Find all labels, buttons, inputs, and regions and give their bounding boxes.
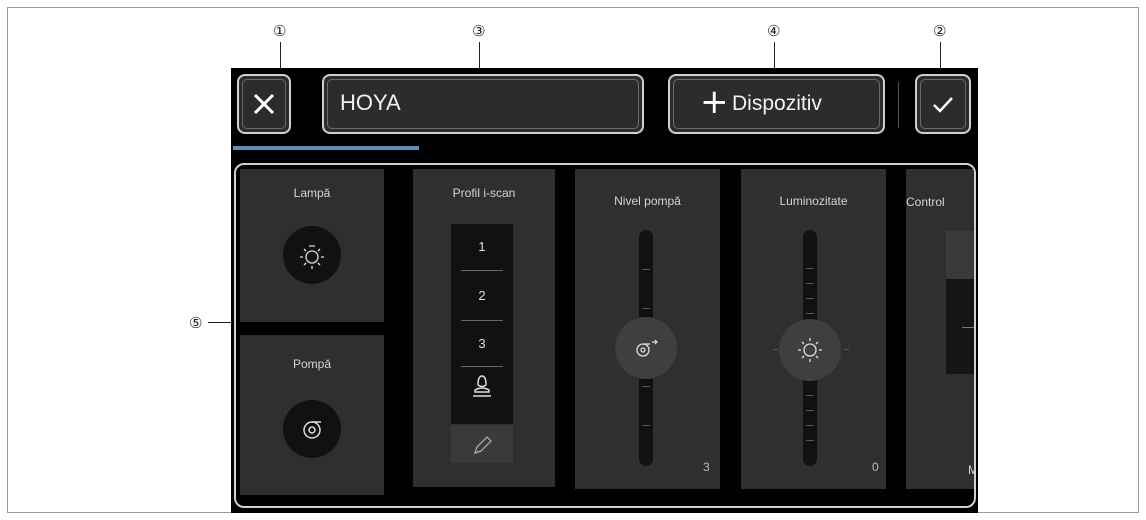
pump-button[interactable] xyxy=(283,400,341,458)
brightness-title: Luminozitate xyxy=(779,194,848,208)
iscan-option-1-label: 1 xyxy=(478,239,486,254)
function-panel: Lampă Pompă Profil i-scan 1 2 3 Nivel po… xyxy=(234,163,976,508)
add-device-button[interactable]: + Dispozitiv xyxy=(668,74,885,134)
checkmark-icon xyxy=(933,97,953,113)
iscan-option-2[interactable]: 2 xyxy=(451,274,513,322)
close-icon xyxy=(253,93,275,115)
slider-max-marker xyxy=(844,349,849,350)
lamp-icon xyxy=(300,245,324,269)
brightness-knob[interactable] xyxy=(779,319,841,381)
slider-tick xyxy=(806,410,814,411)
iscan-selector: 1 2 3 xyxy=(451,224,513,424)
iscan-divider xyxy=(461,270,503,271)
progress-indicator xyxy=(233,146,419,150)
slider-tick xyxy=(806,283,814,284)
iscan-option-1[interactable]: 1 xyxy=(451,224,513,274)
control-tile: Control Ma xyxy=(906,169,974,489)
callout-4: ④ xyxy=(767,22,781,40)
header-divider xyxy=(898,82,899,128)
lamp-button[interactable] xyxy=(283,226,341,284)
callout-3: ③ xyxy=(472,22,486,40)
slider-tick xyxy=(806,298,814,299)
slider-tick xyxy=(806,425,814,426)
iscan-user-profile[interactable] xyxy=(451,370,513,406)
slider-tick xyxy=(642,425,650,426)
iscan-tile: Profil i-scan 1 2 3 xyxy=(413,169,555,487)
pump-level-title: Nivel pompă xyxy=(614,194,681,208)
brightness-tile: Luminozitate 0 xyxy=(741,169,886,489)
slider-tick xyxy=(806,313,814,314)
iscan-option-3[interactable]: 3 xyxy=(451,324,513,370)
lamp-title: Lampă xyxy=(293,186,331,200)
sun-icon xyxy=(798,338,822,362)
control-mode-value: Ma xyxy=(968,463,974,477)
iscan-divider xyxy=(461,320,503,321)
user-icon xyxy=(473,375,491,397)
slider-tick xyxy=(642,269,650,270)
slider-tick xyxy=(642,386,650,387)
control-title: Control xyxy=(906,195,945,209)
close-button[interactable] xyxy=(237,74,291,134)
add-device-label: Dispozitiv xyxy=(732,92,822,115)
callout-2: ② xyxy=(933,22,947,40)
slider-tick xyxy=(806,268,814,269)
callout-1: ① xyxy=(273,22,287,40)
iscan-edit-button[interactable] xyxy=(451,425,513,463)
patient-name-field[interactable]: HOYA xyxy=(322,74,644,134)
slider-tick xyxy=(806,440,814,441)
slider-tick xyxy=(642,308,650,309)
pump-tile[interactable]: Pompă xyxy=(240,335,384,495)
device-screen: HOYA + Dispozitiv Lampă Pompă Profil i-s… xyxy=(231,68,978,513)
iscan-divider xyxy=(461,366,503,367)
iscan-title: Profil i-scan xyxy=(452,186,516,200)
slider-tick xyxy=(806,395,814,396)
patient-name-text: HOYA xyxy=(340,90,401,115)
pump-title: Pompă xyxy=(292,357,332,371)
slider-min-marker xyxy=(773,349,778,350)
control-divider xyxy=(962,327,974,328)
callout-5: ⑤ xyxy=(189,314,203,332)
confirm-button[interactable] xyxy=(915,74,971,134)
pump-level-value: 3 xyxy=(703,460,710,474)
pump-flow-icon xyxy=(636,339,658,357)
brightness-value: 0 xyxy=(872,460,879,474)
pump-level-tile: Nivel pompă 3 xyxy=(575,169,720,489)
iscan-option-2-label: 2 xyxy=(478,288,486,303)
pump-icon xyxy=(303,421,321,439)
iscan-option-3-label: 3 xyxy=(478,336,486,351)
pencil-icon xyxy=(473,436,492,455)
pump-level-knob[interactable] xyxy=(615,317,677,379)
control-option-top[interactable] xyxy=(946,231,974,279)
lamp-tile[interactable]: Lampă xyxy=(240,169,384,322)
plus-icon: + xyxy=(700,82,729,122)
